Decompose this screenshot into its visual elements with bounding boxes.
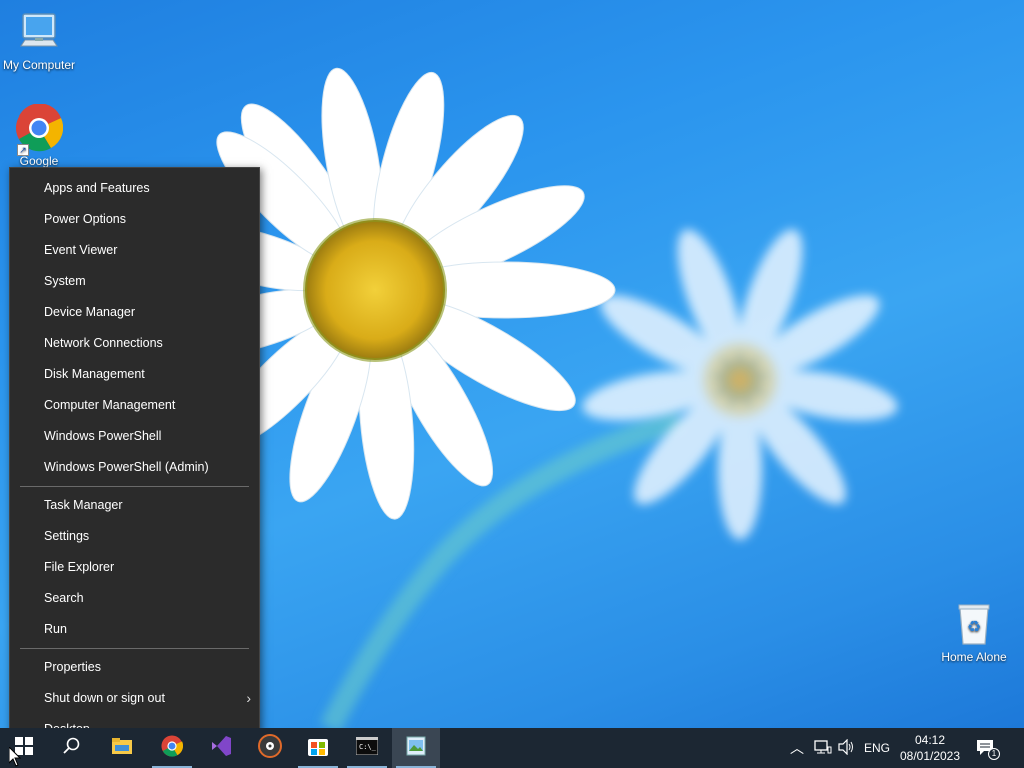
menu-item-shut-down-or-sign-out[interactable]: Shut down or sign out › — [10, 683, 259, 714]
menu-item-label: Windows PowerShell (Admin) — [44, 460, 209, 474]
mouse-cursor-icon — [8, 745, 22, 768]
taskbar-command-prompt[interactable]: C:\_ — [343, 728, 391, 768]
recycle-bin-icon: ♻ — [950, 600, 998, 648]
menu-item-properties[interactable]: Properties — [10, 652, 259, 683]
clock-date: 08/01/2023 — [899, 749, 961, 763]
menu-item-label: Disk Management — [44, 367, 145, 381]
menu-item-search[interactable]: Search — [10, 583, 259, 614]
folder-icon — [111, 736, 133, 761]
computer-icon — [15, 8, 63, 56]
taskbar-chrome[interactable] — [148, 728, 196, 768]
taskbar-search-button[interactable] — [48, 728, 96, 768]
action-center-button[interactable]: 1 — [976, 728, 1000, 768]
language-label: ENG — [864, 741, 891, 755]
store-icon — [307, 735, 329, 762]
desktop-icon-label: Google — [19, 154, 59, 168]
chrome-icon — [161, 734, 184, 762]
image-viewer-icon — [406, 736, 426, 761]
taskbar-image-viewer[interactable] — [392, 728, 440, 768]
input-language-button[interactable]: ENG — [864, 728, 890, 768]
menu-item-label: File Explorer — [44, 560, 115, 574]
taskbar-visual-studio[interactable] — [197, 728, 245, 768]
menu-item-label: Settings — [44, 529, 90, 543]
menu-item-label: System — [44, 274, 86, 288]
volume-button[interactable] — [838, 728, 856, 768]
menu-item-apps-and-features[interactable]: Apps and Features — [10, 173, 259, 204]
menu-item-label: Device Manager — [44, 305, 136, 319]
menu-item-label: Windows PowerShell — [44, 429, 162, 443]
desktop-icon-google-chrome[interactable]: ↗ Google — [0, 103, 81, 168]
speaker-icon — [838, 738, 856, 758]
menu-item-label: Search — [44, 591, 84, 605]
start-button[interactable] — [0, 728, 48, 768]
menu-item-label: Shut down or sign out — [44, 691, 165, 705]
media-disc-icon — [258, 733, 282, 763]
show-hidden-icons-button[interactable]: ︿ — [790, 728, 804, 768]
menu-item-label: Run — [44, 622, 67, 636]
menu-item-label: Power Options — [44, 212, 126, 226]
menu-item-settings[interactable]: Settings — [10, 521, 259, 552]
taskbar: C:\_ ︿ ENG 04:12 08/01/2023 1 — [0, 728, 1024, 768]
svg-text:♻: ♻ — [967, 617, 981, 636]
menu-item-windows-powershell[interactable]: Windows PowerShell — [10, 421, 259, 452]
menu-item-computer-management[interactable]: Computer Management — [10, 390, 259, 421]
search-icon — [63, 737, 81, 760]
menu-separator — [20, 648, 249, 649]
notification-icon: 1 — [976, 739, 1000, 760]
menu-item-system[interactable]: System — [10, 266, 259, 297]
desktop-icon-label: Home Alone — [941, 650, 1007, 664]
taskbar-microsoft-store[interactable] — [294, 728, 342, 768]
menu-item-label: Apps and Features — [44, 181, 150, 195]
menu-item-network-connections[interactable]: Network Connections — [10, 328, 259, 359]
network-icon — [814, 739, 832, 758]
svg-text:C:\_: C:\_ — [359, 743, 377, 751]
menu-item-task-manager[interactable]: Task Manager — [10, 490, 259, 521]
menu-item-label: Task Manager — [44, 498, 123, 512]
menu-item-label: Properties — [44, 660, 101, 674]
menu-item-power-options[interactable]: Power Options — [10, 204, 259, 235]
network-status-button[interactable] — [814, 728, 832, 768]
clock-time: 04:12 — [914, 733, 946, 747]
desktop-icon-label: My Computer — [2, 58, 76, 72]
menu-item-run[interactable]: Run — [10, 614, 259, 645]
visual-studio-icon — [210, 735, 232, 762]
taskbar-file-explorer[interactable] — [98, 728, 146, 768]
taskbar-media-app[interactable] — [246, 728, 294, 768]
menu-item-device-manager[interactable]: Device Manager — [10, 297, 259, 328]
winx-context-menu: Apps and Features Power Options Event View… — [9, 167, 260, 748]
menu-item-event-viewer[interactable]: Event Viewer — [10, 235, 259, 266]
chevron-up-icon: ︿ — [790, 740, 804, 756]
desktop-icon-my-computer[interactable]: My Computer — [0, 8, 81, 72]
menu-separator — [20, 486, 249, 487]
menu-item-windows-powershell-admin[interactable]: Windows PowerShell (Admin) — [10, 452, 259, 483]
clock[interactable]: 04:12 08/01/2023 — [896, 732, 964, 764]
menu-item-label: Event Viewer — [44, 243, 118, 257]
command-prompt-icon: C:\_ — [355, 736, 379, 760]
chevron-right-icon: › — [246, 690, 251, 706]
menu-item-label: Network Connections — [44, 336, 163, 350]
menu-item-file-explorer[interactable]: File Explorer — [10, 552, 259, 583]
desktop-icon-home-alone[interactable]: ♻ Home Alone — [932, 600, 1016, 664]
menu-item-label: Computer Management — [44, 398, 176, 412]
chrome-icon: ↗ — [15, 103, 64, 156]
notification-count-badge: 1 — [988, 748, 1000, 760]
shortcut-arrow-icon: ↗ — [17, 144, 29, 156]
menu-item-disk-management[interactable]: Disk Management — [10, 359, 259, 390]
